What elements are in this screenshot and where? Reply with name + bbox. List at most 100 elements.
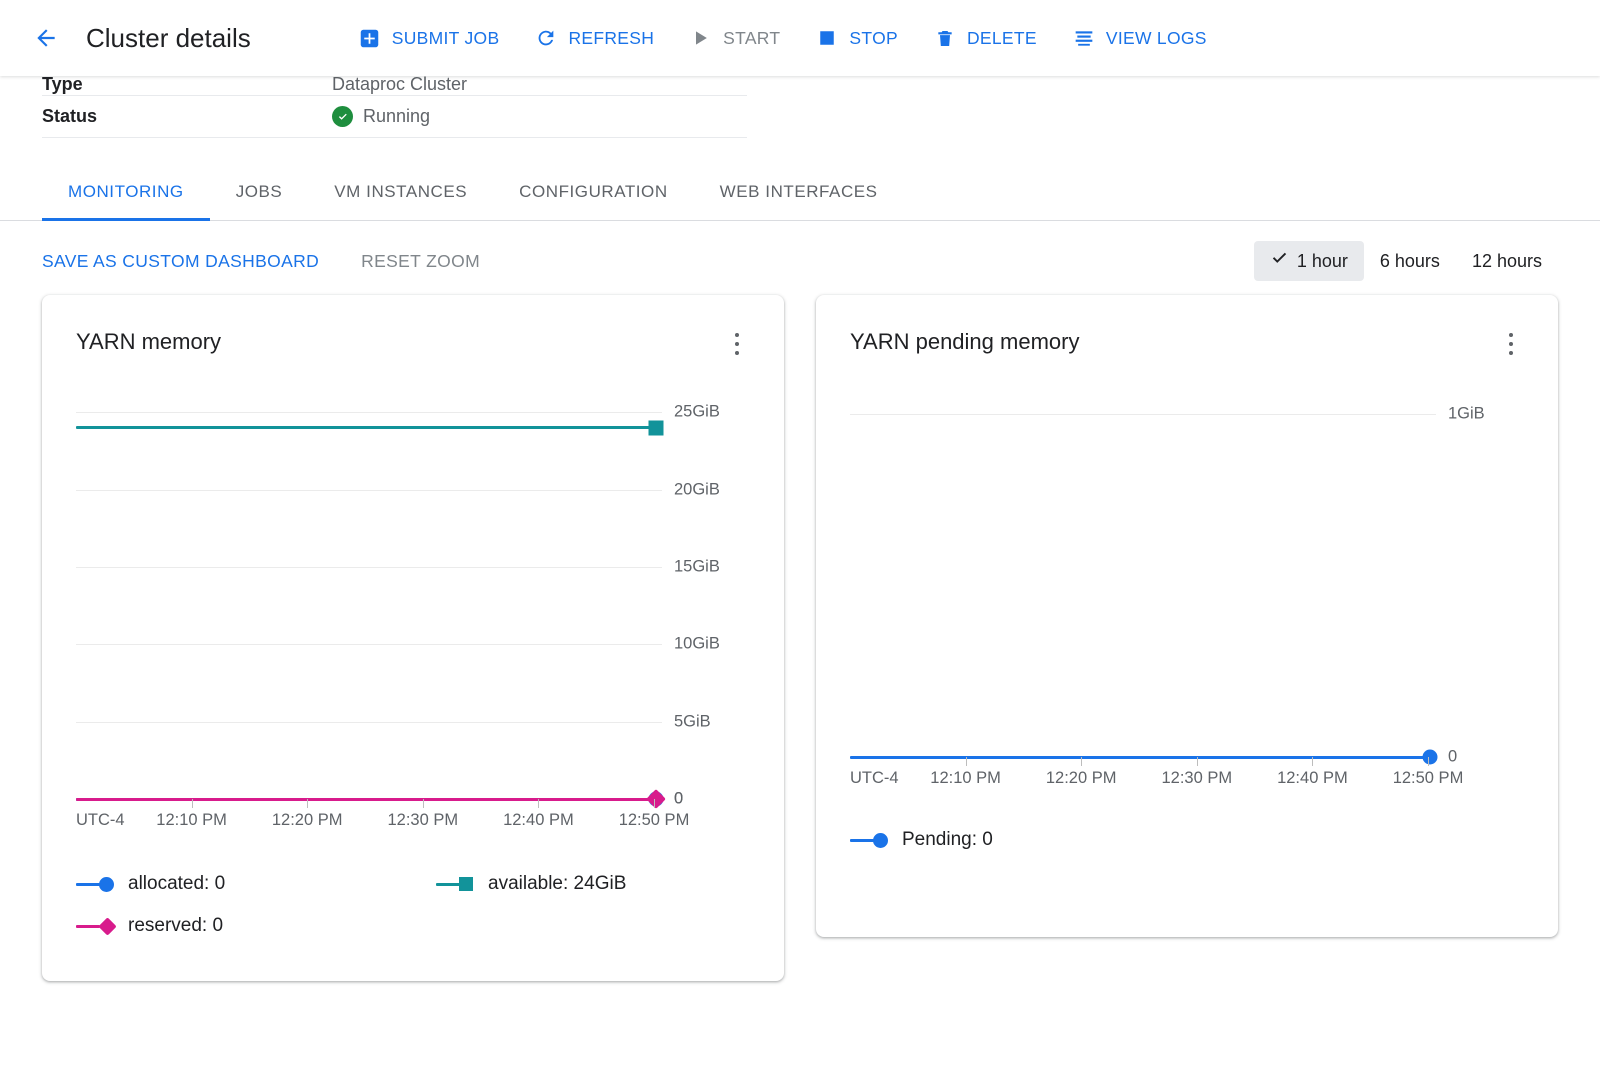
data-point-marker-pending xyxy=(1422,749,1438,765)
legend-swatch-available xyxy=(436,877,476,891)
card-header-yarn-pending-memory: YARN pending memory xyxy=(850,329,1524,359)
submit-job-button[interactable]: SUBMIT JOB xyxy=(341,19,518,57)
x-axis-tick xyxy=(538,799,540,808)
tab-configuration[interactable]: CONFIGURATION xyxy=(493,182,694,220)
check-circle-icon xyxy=(332,106,353,127)
plot-area-yarn-pending-memory[interactable]: 1GiB 0 UTC-4 12:10 PM 12:20 PM 12:30 PM 12:40 … xyxy=(850,383,1524,791)
start-button[interactable]: START xyxy=(672,19,798,57)
more-vert-icon[interactable] xyxy=(1498,329,1524,359)
save-as-custom-dashboard-button[interactable]: SAVE AS CUSTOM DASHBOARD xyxy=(42,251,319,272)
legend-item-pending[interactable]: Pending: 0 xyxy=(850,829,1210,851)
view-logs-button[interactable]: VIEW LOGS xyxy=(1055,19,1225,57)
x-axis-tick-label: 12:20 PM xyxy=(271,811,343,829)
reset-zoom-button[interactable]: RESET ZOOM xyxy=(361,251,480,272)
card-yarn-pending-memory: YARN pending memory 1GiB 0 UTC-4 12:10 PM 12… xyxy=(816,295,1558,937)
header-action-bar: SUBMIT JOB REFRESH START STOP DELETE VIE… xyxy=(341,19,1225,57)
x-axis-timezone-label: UTC-4 xyxy=(850,769,899,787)
x-axis-tick xyxy=(1312,757,1314,766)
y-axis-tick-label: 5GiB xyxy=(674,712,711,731)
y-axis-tick-label: 15GiB xyxy=(674,557,720,576)
legend-label-available: available: 24GiB xyxy=(488,873,627,894)
tab-jobs[interactable]: JOBS xyxy=(210,182,309,220)
start-label: START xyxy=(723,27,781,48)
arrow-left-icon xyxy=(31,25,61,51)
legend-yarn-memory: allocated: 0 available: 24GiB reserved: … xyxy=(76,863,750,947)
y-axis-tick-label: 25GiB xyxy=(674,402,720,421)
detail-key-status: Status xyxy=(42,106,98,126)
legend-row: Pending: 0 xyxy=(850,819,1524,861)
tab-web-interfaces[interactable]: WEB INTERFACES xyxy=(694,182,904,220)
detail-value-status: Running xyxy=(332,106,430,127)
time-range-1-hour-label: 1 hour xyxy=(1296,250,1348,271)
x-axis-tick xyxy=(307,799,309,808)
series-line-available xyxy=(76,426,654,430)
time-range-6-hours-label: 6 hours xyxy=(1379,250,1440,271)
y-axis-tick-label: 1GiB xyxy=(1448,404,1485,423)
view-logs-label: VIEW LOGS xyxy=(1105,27,1207,48)
legend-row: reserved: 0 xyxy=(76,905,750,947)
series-line-pending xyxy=(850,755,1428,759)
check-icon xyxy=(1270,249,1289,273)
time-range-1-hour[interactable]: 1 hour xyxy=(1253,241,1364,281)
detail-row-status: Status Running xyxy=(42,96,747,138)
x-axis-tick xyxy=(654,799,655,808)
refresh-icon xyxy=(535,27,557,49)
charts-container: YARN memory 0 5GiB 10GiB 15GiB 20GiB 25GiB 0 UT… xyxy=(0,283,1600,981)
more-vert-icon[interactable] xyxy=(724,329,750,359)
legend-swatch-pending xyxy=(850,832,890,848)
chart-title-yarn-memory: YARN memory xyxy=(76,329,222,354)
current-value-label: 0 xyxy=(1448,747,1458,766)
grid-line xyxy=(76,489,662,491)
current-value-label: 0 xyxy=(674,789,684,808)
x-axis-tick xyxy=(1196,757,1198,766)
grid-line xyxy=(76,567,662,569)
refresh-button[interactable]: REFRESH xyxy=(517,19,672,57)
play-icon xyxy=(690,27,712,49)
dashboard-controls: SAVE AS CUSTOM DASHBOARD RESET ZOOM 1 ho… xyxy=(0,221,1600,283)
x-axis-tick-label: 12:50 PM xyxy=(1392,769,1464,787)
x-axis-tick-label: 12:40 PM xyxy=(503,811,574,829)
card-header-yarn-memory: YARN memory xyxy=(76,329,750,359)
data-point-marker-reserved xyxy=(646,789,666,809)
detail-key-type: Type xyxy=(42,76,83,94)
grid-line xyxy=(76,644,662,646)
tab-bar: MONITORING JOBS VM INSTANCES CONFIGURATI… xyxy=(0,182,1600,221)
series-line-reserved xyxy=(76,797,654,801)
plot-area-yarn-memory[interactable]: 0 5GiB 10GiB 15GiB 20GiB 25GiB 0 UTC-4 12:10 PM 1… xyxy=(76,383,750,833)
data-point-marker-available xyxy=(648,420,664,436)
x-axis-tick-label: 12:30 PM xyxy=(387,811,459,829)
logs-lines-icon xyxy=(1073,27,1095,49)
x-axis-timezone-label: UTC-4 xyxy=(76,811,125,829)
plus-box-icon xyxy=(359,27,381,49)
stop-square-icon xyxy=(816,27,838,49)
time-range-selector: 1 hour 6 hours 12 hours xyxy=(1253,241,1558,281)
legend-label-reserved: reserved: 0 xyxy=(128,915,224,936)
delete-label: DELETE xyxy=(966,27,1037,48)
stop-button[interactable]: STOP xyxy=(798,19,916,57)
legend-item-available[interactable]: available: 24GiB xyxy=(436,873,626,895)
delete-button[interactable]: DELETE xyxy=(916,19,1055,57)
legend-item-reserved[interactable]: reserved: 0 xyxy=(76,915,436,937)
tab-monitoring[interactable]: MONITORING xyxy=(42,182,210,221)
x-axis-tick-label: 12:10 PM xyxy=(156,811,227,829)
tab-vm-instances[interactable]: VM INSTANCES xyxy=(308,182,493,220)
grid-line xyxy=(76,412,662,414)
legend-item-allocated[interactable]: allocated: 0 xyxy=(76,873,436,895)
submit-job-label: SUBMIT JOB xyxy=(391,27,500,48)
legend-label-allocated: allocated: 0 xyxy=(128,873,226,894)
time-range-6-hours[interactable]: 6 hours xyxy=(1364,243,1456,280)
grid-line xyxy=(76,721,662,723)
status-badge: Running xyxy=(363,106,431,126)
x-axis-tick xyxy=(965,757,967,766)
x-axis-tick xyxy=(422,799,424,808)
time-range-12-hours[interactable]: 12 hours xyxy=(1456,243,1558,280)
x-axis-tick xyxy=(1428,757,1429,766)
legend-row: allocated: 0 available: 24GiB xyxy=(76,863,750,905)
x-axis-tick-label: 12:40 PM xyxy=(1277,769,1348,787)
x-axis-tick xyxy=(191,799,193,808)
grid-line xyxy=(850,414,1436,416)
stop-label: STOP xyxy=(849,27,898,48)
x-axis-tick-label: 12:50 PM xyxy=(618,811,690,829)
app-header: Cluster details SUBMIT JOB REFRESH START… xyxy=(0,0,1600,76)
back-button[interactable] xyxy=(24,16,68,60)
